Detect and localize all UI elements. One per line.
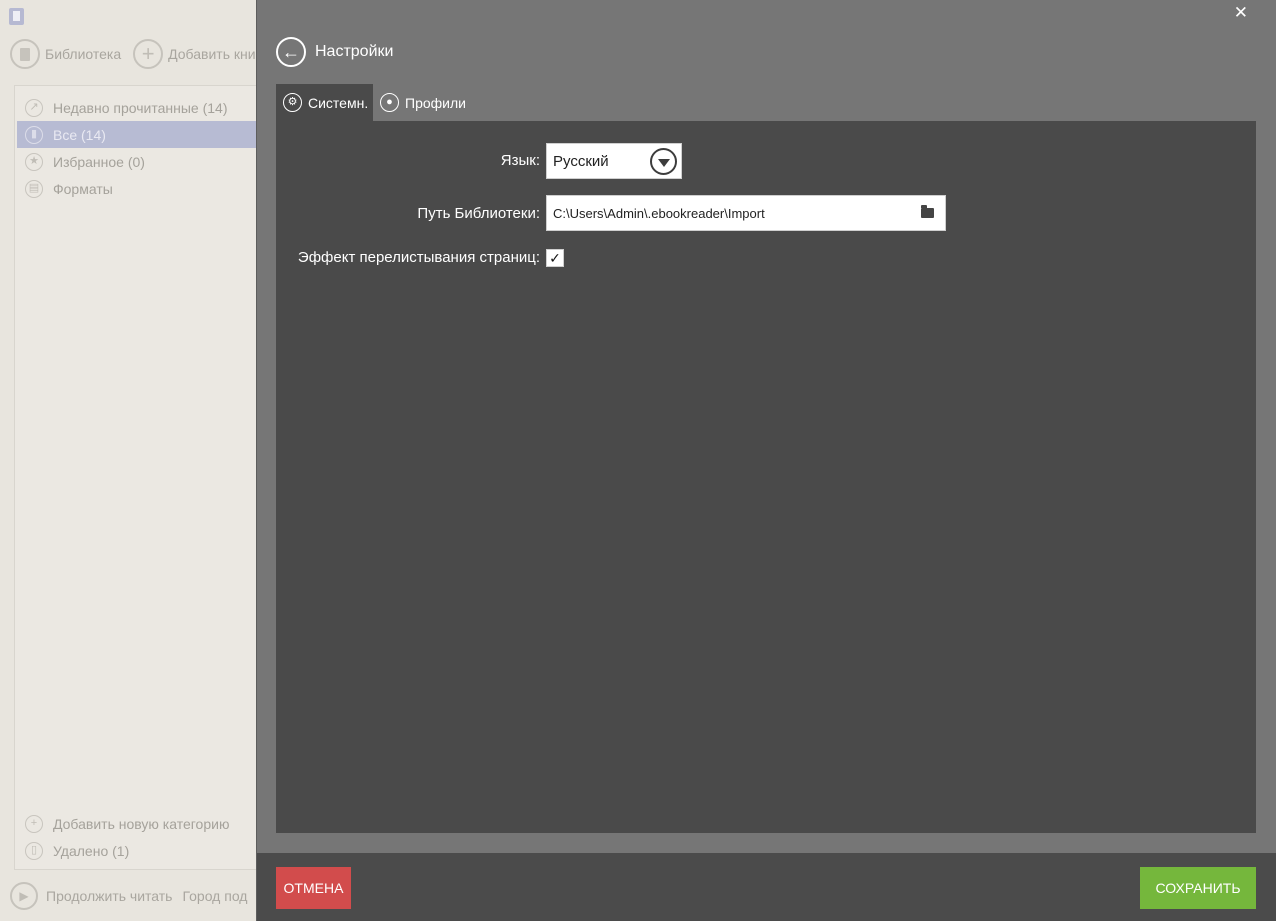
library-toolbar: Библиотека + Добавить кни <box>10 39 268 69</box>
user-icon: ● <box>380 93 399 112</box>
add-category-label: Добавить новую категорию <box>53 815 230 832</box>
category-label: Удалено (1) <box>53 842 130 859</box>
save-button[interactable]: СОХРАНИТЬ <box>1140 867 1256 909</box>
folder-icon[interactable] <box>921 205 934 218</box>
add-book-icon[interactable]: + <box>133 39 164 69</box>
add-category-button[interactable]: + Добавить новую категорию <box>17 810 257 837</box>
category-label: Избранное (0) <box>53 153 145 170</box>
app-icon <box>9 8 24 25</box>
close-icon[interactable]: ✕ <box>1234 3 1248 23</box>
current-book-title: Город под <box>182 888 248 904</box>
category-formats[interactable]: ▤ Форматы <box>17 175 257 202</box>
category-all[interactable]: ▮ Все (14) <box>17 121 257 148</box>
library-app: Библиотека + Добавить кни ↗ Недавно проч… <box>0 0 257 921</box>
cancel-button[interactable]: ОТМЕНА <box>276 867 351 909</box>
file-icon: ▤ <box>25 179 43 198</box>
library-book-icon[interactable] <box>10 39 40 69</box>
tab-system[interactable]: ⚙ Системн. <box>276 84 373 121</box>
star-icon: ★ <box>25 152 43 171</box>
add-book-label[interactable]: Добавить кни <box>168 46 255 62</box>
play-icon[interactable]: ▶ <box>10 882 38 910</box>
footer-bar: ОТМЕНА СОХРАНИТЬ <box>257 853 1276 921</box>
chevron-down-icon[interactable] <box>650 147 677 175</box>
category-label: Форматы <box>53 180 113 197</box>
library-button-label[interactable]: Библиотека <box>45 46 121 62</box>
share-icon: ↗ <box>25 98 43 117</box>
continue-reading-label[interactable]: Продолжить читать <box>46 888 172 904</box>
plus-icon: + <box>25 814 43 833</box>
category-label: Все (14) <box>53 126 106 143</box>
book-icon: ▮ <box>25 125 43 144</box>
tab-profiles[interactable]: ● Профили <box>380 84 480 121</box>
category-deleted[interactable]: ▯ Удалено (1) <box>17 837 257 864</box>
category-label: Недавно прочитанные (14) <box>53 99 228 116</box>
checkmark-icon: ✓ <box>549 249 561 266</box>
page-title: Настройки <box>315 43 394 60</box>
trash-icon: ▯ <box>25 841 43 860</box>
back-arrow-icon[interactable]: ← <box>276 37 306 67</box>
tab-label: Системн. <box>308 94 369 111</box>
library-path-label: Путь Библиотеки: <box>417 205 540 222</box>
page-flip-checkbox[interactable]: ✓ <box>546 249 564 267</box>
category-recent[interactable]: ↗ Недавно прочитанные (14) <box>17 94 257 121</box>
gears-icon: ⚙ <box>283 93 302 112</box>
tab-label: Профили <box>405 94 466 111</box>
library-path-field[interactable]: C:\Users\Admin\.ebookreader\Import <box>546 195 946 231</box>
settings-overlay: ✕ ← Настройки ⚙ Системн. ● Профили Язык:… <box>256 0 1276 921</box>
category-panel: ↗ Недавно прочитанные (14) ▮ Все (14) ★ … <box>14 85 257 870</box>
page-flip-label: Эффект перелистывания страниц: <box>297 249 540 266</box>
language-select[interactable]: Русский <box>546 143 682 179</box>
library-path-value[interactable]: C:\Users\Admin\.ebookreader\Import <box>553 206 921 221</box>
language-label: Язык: <box>500 152 540 169</box>
continue-reading-bar: ▶ Продолжить читать Город под <box>10 882 247 910</box>
settings-content: Язык: Русский Путь Библиотеки: C:\Users\… <box>276 121 1256 833</box>
category-favorites[interactable]: ★ Избранное (0) <box>17 148 257 175</box>
language-value: Русский <box>553 152 609 170</box>
